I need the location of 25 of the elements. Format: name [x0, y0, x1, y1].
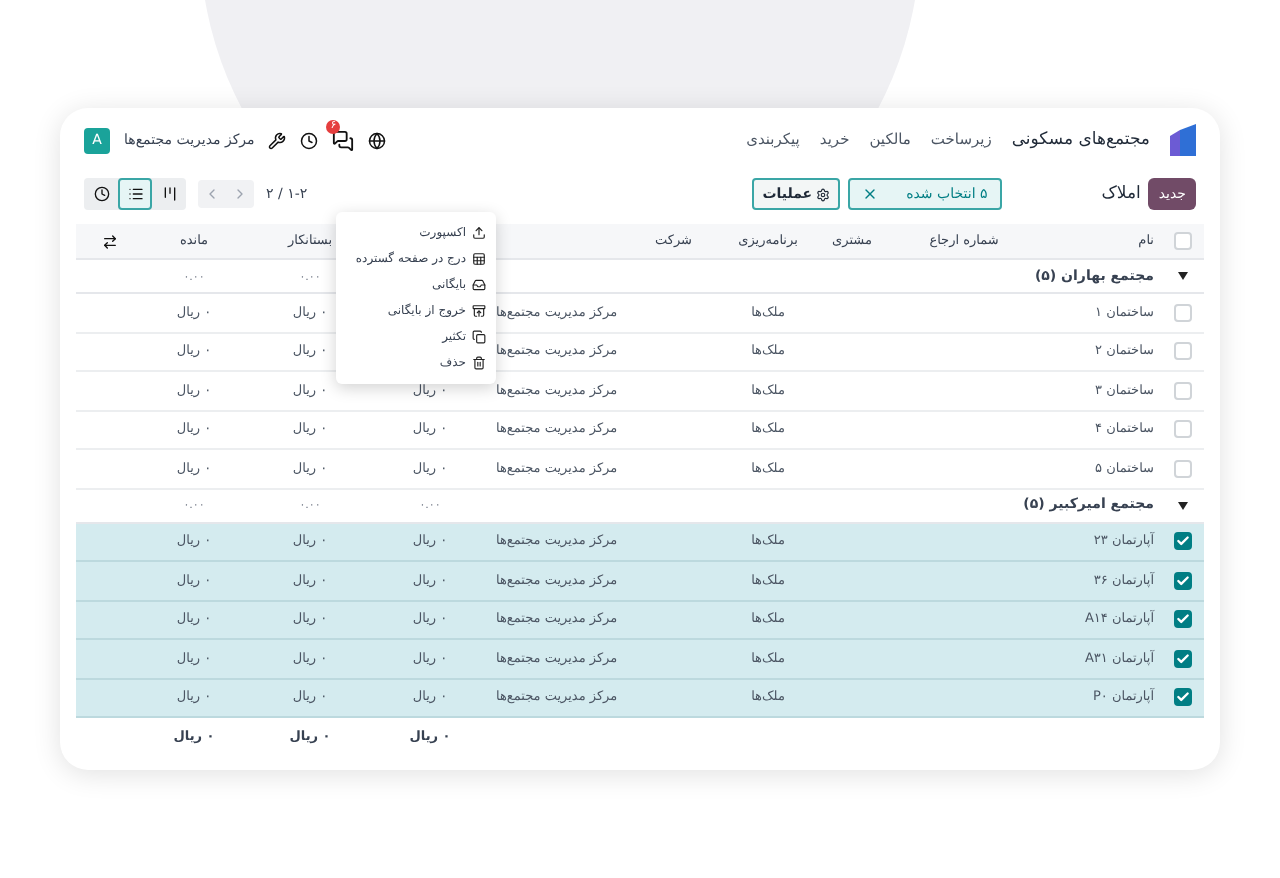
row-checkbox[interactable]	[1173, 571, 1191, 590]
app-name: مجتمع‌های مسکونی	[1011, 127, 1150, 153]
duplicate-icon	[472, 330, 486, 344]
row-checkbox[interactable]	[1173, 688, 1191, 707]
chat-icon[interactable]	[332, 129, 355, 151]
export-icon	[472, 226, 486, 240]
gear-icon	[816, 187, 831, 201]
archive-icon	[472, 278, 486, 292]
app-logo-icon	[1170, 124, 1196, 156]
kanban-icon	[161, 186, 177, 202]
clock-icon[interactable]	[300, 131, 319, 149]
tools-icon[interactable]	[268, 131, 287, 149]
list-icon	[127, 186, 143, 202]
row-checkbox[interactable]	[1173, 649, 1191, 668]
globe-icon[interactable]	[368, 131, 387, 149]
unarchive-icon	[472, 304, 486, 318]
spreadsheet-icon	[472, 252, 486, 266]
list-view-button[interactable]	[118, 178, 152, 210]
close-icon[interactable]	[862, 186, 879, 202]
page-title: املاک	[1101, 181, 1141, 207]
row-checkbox[interactable]	[1173, 532, 1191, 551]
column-settings-icon[interactable]	[102, 233, 118, 249]
activity-icon	[93, 186, 109, 202]
row-checkbox[interactable]	[1173, 610, 1191, 629]
delete-icon	[472, 356, 486, 370]
